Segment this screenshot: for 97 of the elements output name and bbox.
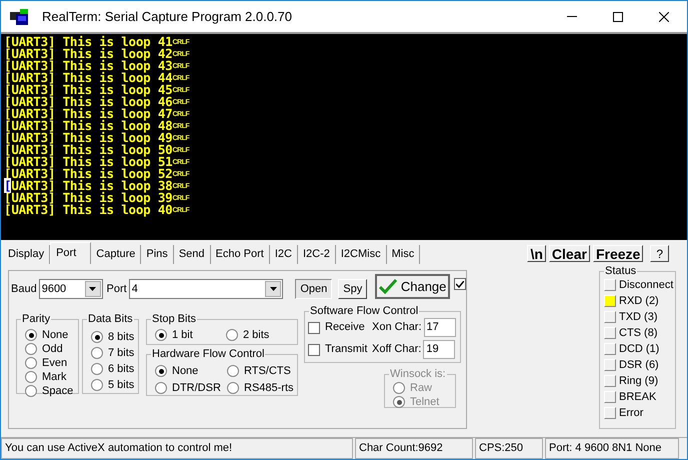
radio-label: DTR/DSR bbox=[172, 380, 221, 396]
terminal-line: [UART3] This is loop 40 bbox=[4, 204, 172, 216]
radio-label: 7 bits bbox=[108, 346, 134, 361]
radio-button[interactable] bbox=[91, 379, 103, 391]
terminal-line: [UART3] This is loop 52 bbox=[4, 168, 172, 180]
toolbar-button[interactable]: \n bbox=[527, 245, 546, 262]
tab[interactable]: Pins bbox=[141, 245, 174, 264]
radio-label: Mark bbox=[42, 370, 66, 385]
terminal-line: [UART3] This is loop 44 bbox=[4, 72, 172, 84]
group-title: Parity bbox=[21, 312, 52, 326]
computer-icon bbox=[10, 8, 28, 24]
radio-button[interactable] bbox=[155, 382, 167, 394]
checkbox-label: Transmit bbox=[325, 342, 368, 358]
radio-label: 5 bits bbox=[108, 378, 134, 393]
radio-button[interactable] bbox=[25, 385, 37, 397]
toolbar-button[interactable]: Freeze bbox=[592, 245, 644, 262]
radio-label: RS485-rts bbox=[244, 380, 294, 396]
char-label: Xon Char: bbox=[372, 320, 422, 336]
close-icon bbox=[659, 12, 669, 22]
terminal-line: [UART3] This is loop 43 bbox=[4, 60, 172, 72]
status-label: Disconnect bbox=[619, 278, 674, 293]
terminal-line: [UART3] This is loop 45 bbox=[4, 84, 172, 96]
char-input[interactable]: 19 bbox=[423, 340, 456, 359]
radio-label: Odd bbox=[42, 342, 63, 357]
status-label: TXD (3) bbox=[619, 310, 658, 325]
status-label: Ring (9) bbox=[619, 374, 658, 389]
tab[interactable]: Misc bbox=[386, 245, 420, 264]
status-label: DCD (1) bbox=[619, 342, 660, 357]
tab[interactable]: I2C bbox=[270, 245, 298, 264]
toolbar-button[interactable]: ? bbox=[650, 245, 669, 262]
status-label: CTS (8) bbox=[619, 326, 658, 341]
terminal-line: [UART3] This is loop 48 bbox=[4, 120, 172, 132]
terminal-line: [UART3] This is loop 38 bbox=[4, 180, 172, 192]
radio-label: 6 bits bbox=[108, 362, 134, 377]
checkmark-icon bbox=[378, 279, 397, 294]
change-button[interactable]: Change bbox=[375, 274, 450, 299]
radio-button[interactable] bbox=[91, 347, 103, 359]
terminal-line: [UART3] This is loop 46 bbox=[4, 96, 172, 108]
tab[interactable]: Echo Port bbox=[210, 245, 270, 264]
baud-label: Baud bbox=[11, 282, 37, 297]
open-button[interactable]: Open bbox=[295, 279, 332, 299]
terminal-line: [UART3] This is loop 50 bbox=[4, 144, 172, 156]
tab[interactable]: Capture bbox=[91, 245, 142, 264]
radio-label: Raw bbox=[410, 380, 432, 396]
status-bar-section: Char Count:9692 bbox=[355, 438, 473, 459]
radio-label: 2 bits bbox=[243, 328, 270, 343]
change-checkbox[interactable] bbox=[454, 278, 466, 290]
radio-label: Telnet bbox=[410, 394, 440, 410]
spy-button[interactable]: Spy bbox=[338, 279, 368, 299]
radio-label: 8 bits bbox=[108, 330, 134, 345]
status-bar-section: You can use ActiveX automation to control me! bbox=[1, 438, 353, 459]
radio-button[interactable] bbox=[91, 363, 103, 375]
char-input[interactable]: 17 bbox=[424, 318, 456, 337]
radio-button[interactable] bbox=[25, 329, 37, 341]
terminal-line: [UART3] This is loop 47 bbox=[4, 108, 172, 120]
terminal-line: [UART3] This is loop 39 bbox=[4, 192, 172, 204]
status-bar-section: CPS:250 bbox=[475, 438, 543, 459]
checkbox-label: Receive bbox=[325, 320, 366, 336]
checkbox[interactable] bbox=[308, 322, 320, 334]
radio-button[interactable] bbox=[155, 329, 167, 341]
maximize-icon bbox=[613, 12, 623, 22]
port-dropdown[interactable]: 4 bbox=[128, 279, 284, 299]
baud-dropdown[interactable]: 9600 bbox=[38, 279, 103, 299]
tab[interactable]: I2C-2 bbox=[298, 245, 336, 264]
port-label: Port bbox=[106, 282, 127, 297]
radio-label: Even bbox=[42, 356, 68, 371]
terminal-line: [UART3] This is loop 51 bbox=[4, 156, 172, 168]
status-label: DSR (6) bbox=[619, 358, 659, 373]
checkbox[interactable] bbox=[308, 344, 320, 356]
status-bar-section: Port: 4 9600 8N1 None bbox=[545, 438, 679, 459]
status-label: RXD (2) bbox=[619, 294, 659, 309]
terminal-line: [UART3] This is loop 49 bbox=[4, 132, 172, 144]
status-label: BREAK bbox=[619, 390, 656, 405]
radio-button[interactable] bbox=[25, 357, 37, 369]
radio-label: None bbox=[172, 364, 198, 379]
radio-label: Space bbox=[42, 384, 74, 399]
radio-button[interactable] bbox=[226, 329, 238, 341]
radio-label: RTS/CTS bbox=[244, 364, 291, 379]
group-title: Stop Bits bbox=[151, 312, 198, 326]
radio-label: None bbox=[42, 328, 68, 343]
toolbar-button[interactable]: Clear bbox=[548, 245, 590, 262]
radio-button[interactable] bbox=[25, 343, 37, 355]
terminal-line: [UART3] This is loop 41 bbox=[4, 36, 172, 48]
char-label: Xoff Char: bbox=[372, 342, 422, 358]
radio-label: 1 bit bbox=[172, 328, 193, 343]
radio-button[interactable] bbox=[91, 331, 103, 343]
tab[interactable]: Port bbox=[50, 242, 92, 264]
radio-button[interactable] bbox=[155, 365, 167, 377]
tab[interactable]: Send bbox=[174, 245, 211, 264]
radio-button[interactable] bbox=[227, 365, 239, 377]
minimize-icon bbox=[567, 16, 577, 17]
status-label: Error bbox=[619, 406, 644, 421]
radio-button[interactable] bbox=[25, 371, 37, 383]
tab[interactable]: I2CMisc bbox=[336, 245, 387, 264]
radio-button[interactable] bbox=[227, 382, 239, 394]
terminal-line: [UART3] This is loop 42 bbox=[4, 48, 172, 60]
window-title: RealTerm: Serial Capture Program 2.0.0.70 bbox=[42, 8, 292, 26]
